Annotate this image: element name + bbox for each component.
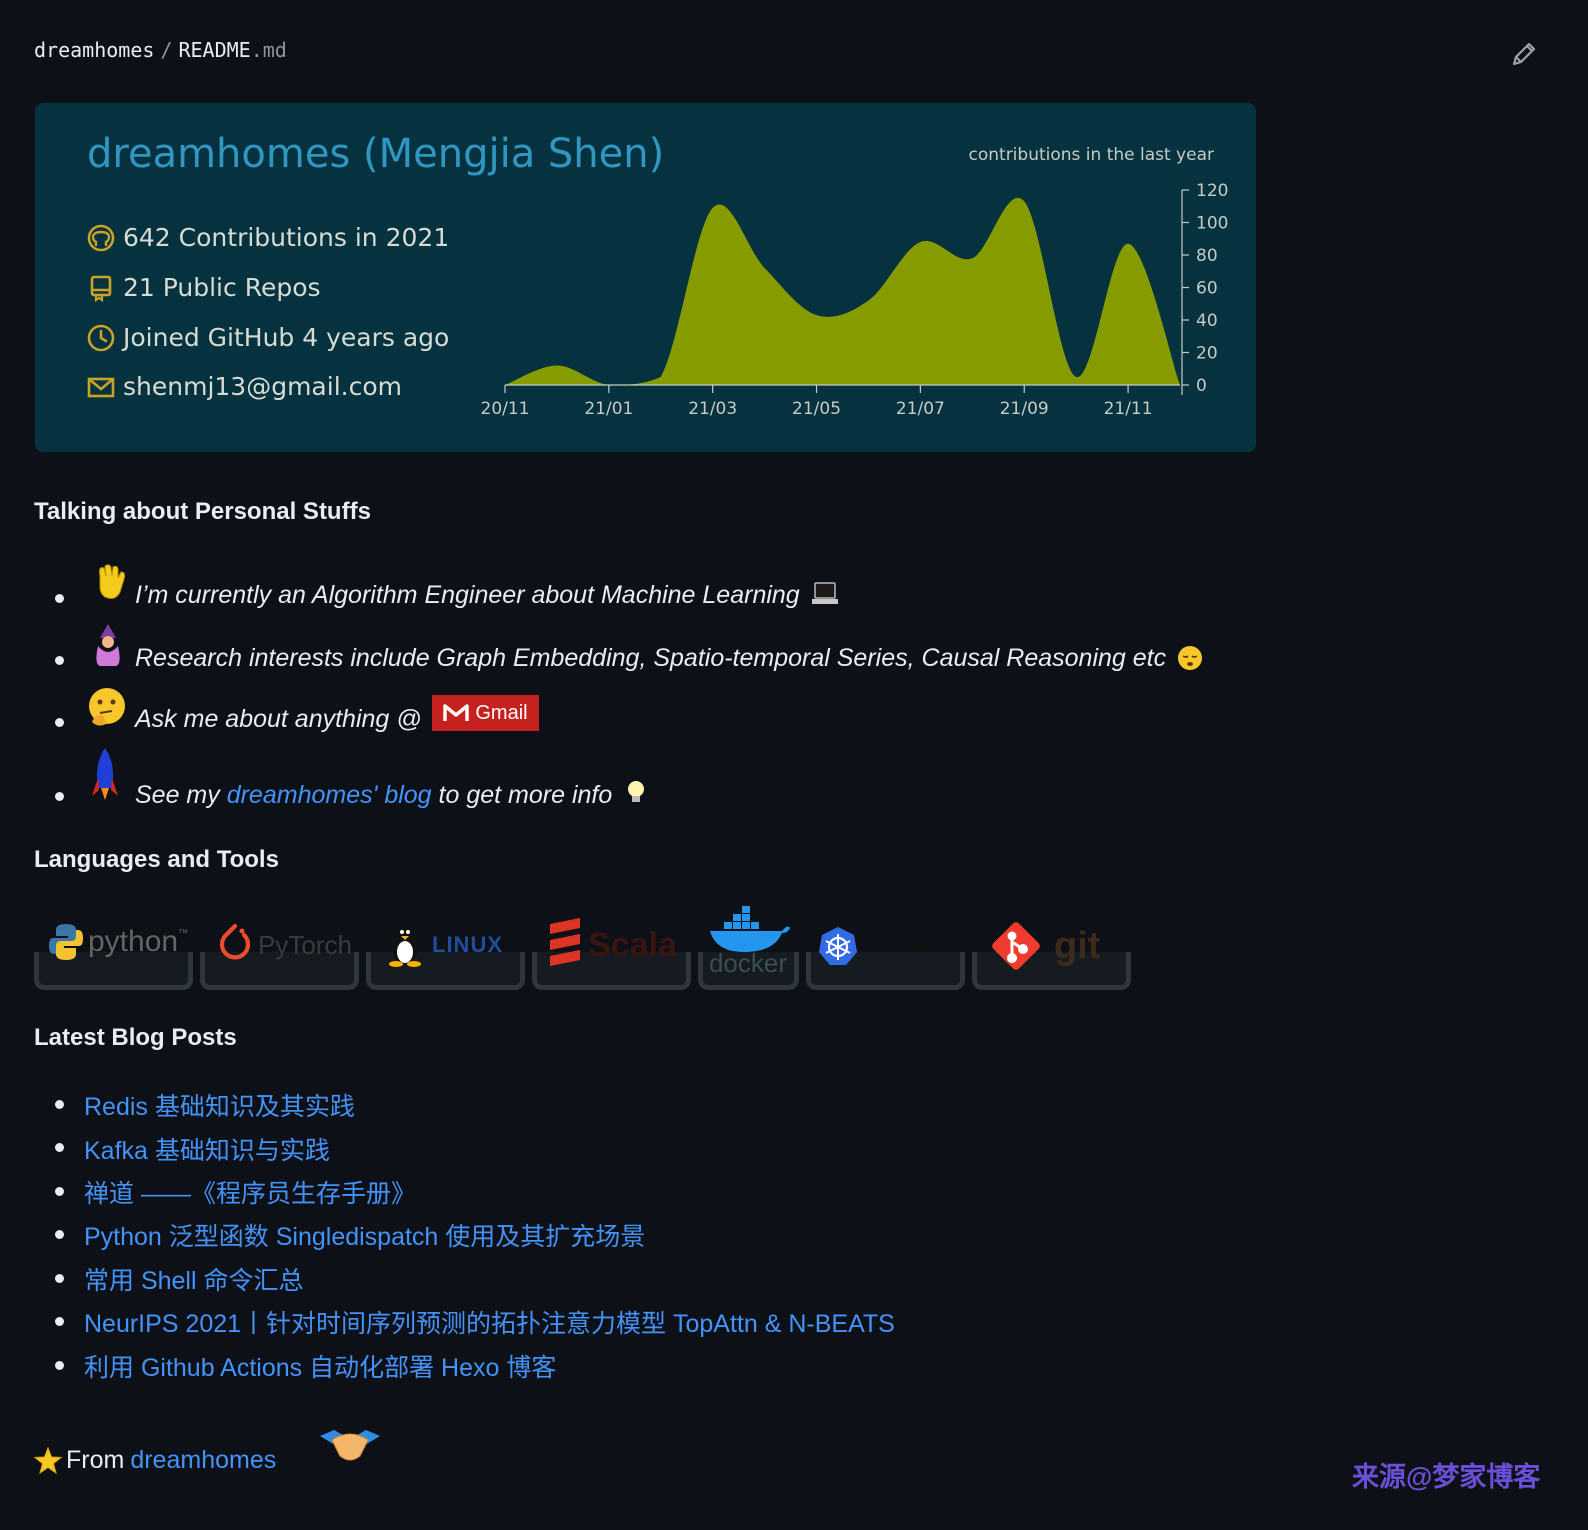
scala-icon: [550, 918, 580, 966]
tools-heading: Languages and Tools: [34, 846, 279, 873]
git-label: git: [1054, 924, 1101, 967]
contribution-area: [505, 197, 1180, 385]
scala-logo: Scala: [548, 918, 677, 972]
blog-bullet: [55, 1317, 64, 1326]
blog-post-link[interactable]: NeurIPS 2021丨针对时间序列预测的拓扑注意力模型 TopAttn & …: [84, 1304, 895, 1340]
pencil-icon[interactable]: [1508, 38, 1540, 70]
x-tick-label: 21/07: [896, 399, 945, 419]
y-tick-label: 60: [1196, 279, 1218, 299]
blog-bullet: [55, 1274, 64, 1283]
blog-post-link[interactable]: 常用 Shell 命令汇总: [84, 1261, 303, 1297]
x-tick-label: 20/11: [481, 399, 530, 419]
tux-penguin-icon: [389, 925, 421, 967]
git-logo: git: [990, 920, 1100, 972]
blog-bullet: [55, 1230, 64, 1239]
gmail-badge-label: Gmail: [475, 701, 528, 724]
blog-bullet: [55, 1361, 64, 1370]
blog-bullet: [55, 1187, 64, 1196]
about-bullet: [55, 792, 64, 801]
breadcrumb-ext: .md: [250, 38, 287, 62]
blog-bullet: [55, 1100, 64, 1109]
about-item-2: Research interests include Graph Embeddi…: [135, 644, 1203, 673]
sleepy-face-icon: [1178, 646, 1203, 670]
contributions-chart: 20/11 21/01 21/03 21/05 21/07 21/09 21/11 0 20 40…: [481, 181, 1229, 419]
about-bullet: [55, 656, 64, 665]
blog-post-link[interactable]: 利用 Github Actions 自动化部署 Hexo 博客: [84, 1348, 556, 1384]
python-label: python: [88, 925, 179, 958]
about-item-1-text: I’m currently an Algorithm Engineer abou…: [135, 581, 800, 609]
handshake-icon: [320, 1430, 380, 1461]
about-item-2-text: Research interests include Graph Embeddi…: [135, 644, 1167, 672]
x-tick-label: 21/09: [1000, 399, 1049, 419]
y-tick-label: 100: [1196, 214, 1228, 234]
y-tick-label: 40: [1196, 311, 1218, 331]
x-tick-label: 21/05: [792, 399, 841, 419]
about-heading: Talking about Personal Stuffs: [34, 498, 371, 525]
git-icon: [992, 922, 1040, 970]
kubernetes-helm-icon: [819, 927, 857, 965]
y-tick-label: 0: [1196, 376, 1207, 396]
about-bullet: [55, 718, 64, 727]
breadcrumb-file: README: [178, 38, 251, 62]
waving-hand-icon: [99, 564, 126, 599]
blog-bullet: [55, 1143, 64, 1152]
footer-prefix: From: [66, 1446, 125, 1474]
kubernetes-logo: kubernetes: [818, 926, 947, 966]
about-item-4-post: to get more info: [431, 781, 613, 809]
blog-post-link[interactable]: Kafka 基础知识与实践: [84, 1131, 330, 1167]
python-icon: [49, 924, 83, 960]
watermark: 来源@梦家博客: [1352, 1462, 1541, 1492]
footer: From dreamhomes: [34, 1446, 276, 1475]
python-logo: python ™: [48, 922, 188, 962]
about-bullet: [55, 594, 64, 603]
light-bulb-icon: [628, 781, 645, 802]
star-icon: [34, 1446, 62, 1474]
blog-heading: Latest Blog Posts: [34, 1024, 237, 1051]
github-stats-card: dreamhomes (Mengjia Shen) 642 Contributi…: [35, 103, 1256, 452]
linux-logo: LINUX: [386, 922, 503, 968]
x-tick-label: 21/03: [688, 399, 737, 419]
about-item-3-text: Ask me about anything @: [135, 705, 422, 733]
docker-logo: docker: [704, 906, 792, 979]
docker-label: docker: [708, 948, 788, 978]
y-tick-label: 20: [1196, 344, 1218, 364]
scala-label: Scala: [588, 925, 677, 964]
mage-icon: [96, 624, 120, 666]
blog-post-link[interactable]: Redis 基础知识及其实践: [84, 1087, 355, 1123]
laptop-icon: [811, 582, 838, 604]
gmail-badge[interactable]: Gmail: [432, 695, 539, 731]
y-tick-label: 120: [1196, 181, 1228, 201]
kubernetes-label: kubernetes: [862, 937, 948, 954]
blog-post-link[interactable]: Python 泛型函数 Singledispatch 使用及其扩充场景: [84, 1217, 645, 1253]
x-tick-label: 21/11: [1104, 399, 1153, 419]
about-item-1: I’m currently an Algorithm Engineer abou…: [135, 581, 839, 610]
about-item-4: See my dreamhomes' blog to get more info: [135, 779, 647, 810]
footer-link[interactable]: dreamhomes: [130, 1446, 276, 1475]
about-item-4-pre: See my: [135, 781, 227, 809]
blog-link[interactable]: dreamhomes' blog: [227, 781, 432, 809]
breadcrumb-separator: /: [160, 38, 173, 62]
thinking-face-icon: [89, 688, 125, 726]
breadcrumb-repo[interactable]: dreamhomes: [34, 38, 154, 62]
blog-post-link[interactable]: 禅道 ——《程序员生存手册》: [84, 1174, 416, 1210]
pytorch-icon: [219, 923, 251, 960]
rocket-icon: [92, 748, 118, 800]
y-tick-label: 80: [1196, 246, 1218, 266]
pytorch-logo: PyTorch: [216, 922, 352, 968]
python-tm: ™: [178, 928, 189, 939]
gmail-icon: [443, 704, 470, 721]
linux-label: LINUX: [432, 932, 503, 957]
x-tick-label: 21/01: [584, 399, 633, 419]
breadcrumb: dreamhomes / README.md: [34, 38, 287, 62]
pytorch-label: PyTorch: [258, 929, 352, 960]
